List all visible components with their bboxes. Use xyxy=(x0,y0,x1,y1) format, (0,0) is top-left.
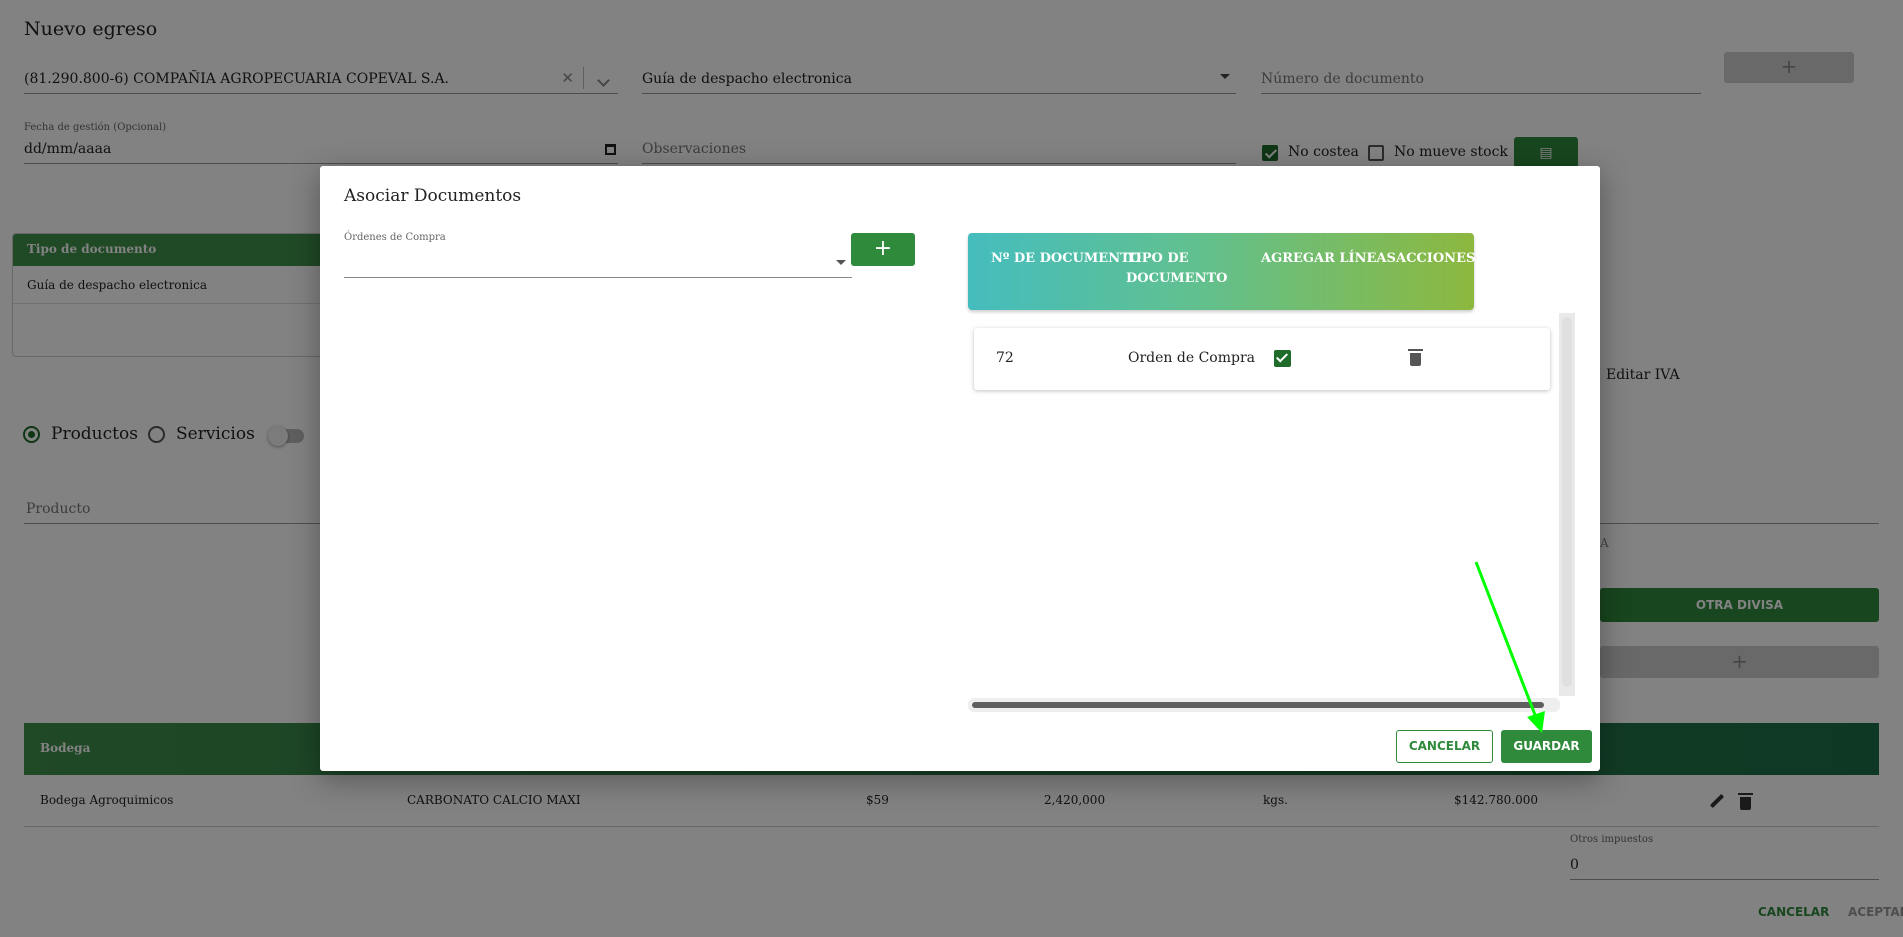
trash-icon[interactable] xyxy=(1408,349,1423,366)
agregar-lineas-checkbox[interactable] xyxy=(1274,350,1291,367)
caret-down-icon xyxy=(836,260,846,265)
add-order-button[interactable]: + xyxy=(851,233,915,266)
documents-table-header: Nº DE DOCUMENTO TIPO DE DOCUMENTO AGREGA… xyxy=(968,233,1476,310)
row-numero: 72 xyxy=(996,350,1014,366)
header-agregar-lineas: AGREGAR LÍNEAS xyxy=(1261,251,1396,266)
horizontal-scrollbar[interactable] xyxy=(968,698,1560,712)
ordenes-compra-select[interactable]: Órdenes de Compra xyxy=(344,232,852,278)
header-nro-documento: Nº DE DOCUMENTO xyxy=(991,251,1142,266)
header-tipo-documento: TIPO DE DOCUMENTO xyxy=(1126,251,1228,286)
header-acciones: ACCIONES xyxy=(1396,251,1476,266)
associate-documents-dialog: Asociar Documentos Órdenes de Compra + N… xyxy=(320,166,1600,771)
save-button[interactable]: GUARDAR xyxy=(1501,730,1592,763)
ordenes-compra-label: Órdenes de Compra xyxy=(344,232,446,243)
cancel-button[interactable]: CANCELAR xyxy=(1396,730,1493,763)
row-tipo: Orden de Compra xyxy=(1128,350,1255,366)
table-row: 72 Orden de Compra xyxy=(974,328,1550,390)
vertical-scrollbar[interactable] xyxy=(1559,313,1575,696)
dialog-title: Asociar Documentos xyxy=(344,186,522,206)
